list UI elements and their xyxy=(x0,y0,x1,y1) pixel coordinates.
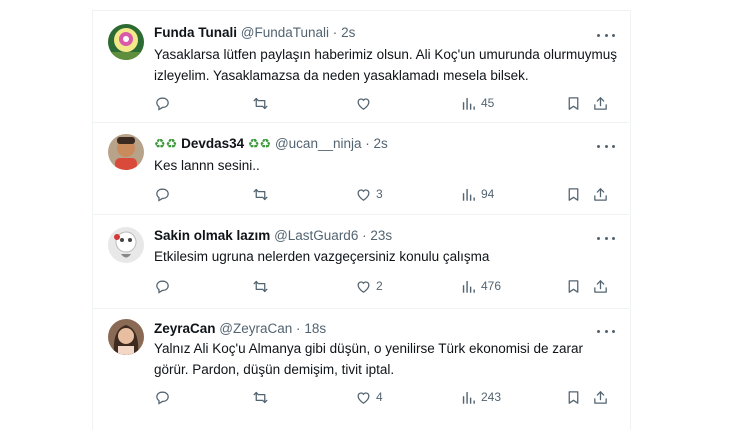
separator-dot: · xyxy=(365,136,370,151)
user-handle[interactable]: @FundaTunali xyxy=(241,25,329,40)
display-name[interactable]: ZeyraCan xyxy=(154,321,216,336)
tweet-header: ♻♻ Devdas34 ♻♻ @ucan__ninja · 2s xyxy=(154,136,388,152)
views-chart-icon xyxy=(462,188,475,201)
like-button[interactable]: 3 xyxy=(355,184,383,204)
retweet-icon xyxy=(253,188,268,200)
tweet-actions: 4 243 xyxy=(154,387,624,407)
share-icon xyxy=(594,187,607,201)
retweet-icon xyxy=(253,97,268,109)
tweet[interactable]: Funda Tunali @FundaTunali · 2s Yasaklars… xyxy=(93,11,629,123)
share-button[interactable] xyxy=(592,184,609,204)
more-options-icon[interactable] xyxy=(597,233,615,243)
avatar[interactable] xyxy=(108,134,144,170)
timestamp[interactable]: 18s xyxy=(304,321,326,336)
avatar[interactable] xyxy=(108,24,144,60)
reply-button[interactable] xyxy=(154,184,175,204)
like-button[interactable] xyxy=(355,93,376,113)
user-handle[interactable]: @LastGuard6 xyxy=(274,228,358,243)
tweet-actions: 2 476 xyxy=(154,276,624,296)
reply-icon xyxy=(156,280,169,294)
retweet-button[interactable] xyxy=(252,184,273,204)
timestamp[interactable]: 2s xyxy=(341,25,355,40)
reply-icon xyxy=(156,97,169,111)
share-icon xyxy=(594,390,607,404)
like-button[interactable]: 4 xyxy=(355,387,383,407)
tweet[interactable]: ZeyraCan @ZeyraCan · 18s Yalnız Ali Koç'… xyxy=(93,308,629,420)
reply-button[interactable] xyxy=(154,387,175,407)
tweet-header: ZeyraCan @ZeyraCan · 18s xyxy=(154,321,326,336)
user-handle[interactable]: @ucan__ninja xyxy=(275,136,362,151)
reply-icon xyxy=(156,188,169,202)
tweet-header: Funda Tunali @FundaTunali · 2s xyxy=(154,25,355,40)
tweet-text: Yasaklarsa lütfen paylaşın haberimiz ols… xyxy=(154,47,618,83)
bookmark-icon xyxy=(568,96,579,110)
heart-icon xyxy=(357,280,370,293)
bookmark-icon xyxy=(568,390,579,404)
reply-button[interactable] xyxy=(154,93,175,113)
views-button[interactable]: 94 xyxy=(460,184,494,204)
recycle-emoji: ♻♻ xyxy=(247,136,272,151)
separator-dot: · xyxy=(296,321,301,336)
tweet-text: Yalnız Ali Koç'u Almanya gibi düşün, o y… xyxy=(154,341,584,377)
retweet-button[interactable] xyxy=(252,387,273,407)
share-icon xyxy=(594,96,607,110)
bookmark-button[interactable] xyxy=(565,387,582,407)
timestamp[interactable]: 23s xyxy=(370,228,392,243)
tweet-text: Kes lannn sesini.. xyxy=(154,158,260,173)
reply-button[interactable] xyxy=(154,276,175,296)
share-button[interactable] xyxy=(592,93,609,113)
bookmark-button[interactable] xyxy=(565,93,582,113)
more-options-icon[interactable] xyxy=(597,326,615,336)
views-button[interactable]: 45 xyxy=(460,93,494,113)
display-name[interactable]: Sakin olmak lazım xyxy=(154,228,270,243)
tweet-actions: 3 94 xyxy=(154,184,624,204)
heart-icon xyxy=(357,391,370,404)
recycle-emoji: ♻♻ xyxy=(154,136,178,151)
display-name[interactable]: Devdas34 xyxy=(181,136,244,151)
separator-dot: · xyxy=(332,25,338,40)
avatar[interactable] xyxy=(108,227,144,263)
more-options-icon[interactable] xyxy=(597,30,615,40)
views-chart-icon xyxy=(462,97,475,110)
tweet[interactable]: Sakin olmak lazım @LastGuard6 · 23s Etki… xyxy=(93,214,629,309)
tweet-text: Etkilesim ugruna nelerden vazgeçersiniz … xyxy=(154,249,490,264)
like-button[interactable]: 2 xyxy=(355,276,383,296)
share-button[interactable] xyxy=(592,276,609,296)
bookmark-button[interactable] xyxy=(565,184,582,204)
retweet-button[interactable] xyxy=(252,93,273,113)
bookmark-button[interactable] xyxy=(565,276,582,296)
bookmark-icon xyxy=(568,187,579,201)
views-chart-icon xyxy=(462,391,475,404)
views-button[interactable]: 476 xyxy=(460,276,501,296)
tweet[interactable]: ♻♻ Devdas34 ♻♻ @ucan__ninja · 2s Kes lan… xyxy=(93,122,629,215)
tweet-header: Sakin olmak lazım @LastGuard6 · 23s xyxy=(154,228,392,243)
retweet-icon xyxy=(253,280,268,292)
tweet-actions: 45 xyxy=(154,93,624,113)
heart-icon xyxy=(357,188,370,201)
more-options-icon[interactable] xyxy=(597,141,615,151)
reply-icon xyxy=(156,391,169,405)
retweet-icon xyxy=(253,391,268,403)
views-button[interactable]: 243 xyxy=(460,387,501,407)
bookmark-icon xyxy=(568,279,579,293)
share-icon xyxy=(594,279,607,293)
timestamp[interactable]: 2s xyxy=(374,136,388,151)
user-handle[interactable]: @ZeyraCan xyxy=(219,321,292,336)
separator-dot: · xyxy=(362,228,367,243)
retweet-button[interactable] xyxy=(252,276,273,296)
avatar[interactable] xyxy=(108,319,144,355)
share-button[interactable] xyxy=(592,387,609,407)
views-chart-icon xyxy=(462,280,475,293)
heart-icon xyxy=(357,97,370,110)
display-name[interactable]: Funda Tunali xyxy=(154,25,237,40)
